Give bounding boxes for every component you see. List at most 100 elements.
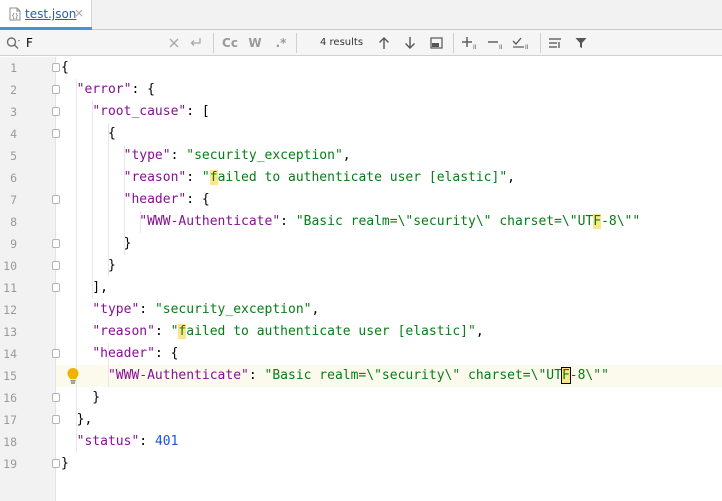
json-string: -8\"" bbox=[569, 368, 609, 383]
code-line: "status": 401 bbox=[76, 434, 179, 449]
code-editor[interactable]: 1 2 3 4 5 6 7 8 9 10 11 12 13 14 15 16 1… bbox=[0, 57, 722, 501]
separator bbox=[540, 33, 541, 53]
line-number: 9 bbox=[10, 237, 17, 251]
line-number: 18 bbox=[3, 435, 17, 449]
json-string: ailed to authenticate user [elastic]" bbox=[186, 324, 476, 339]
tab-test-json[interactable]: {} test.json × bbox=[0, 0, 92, 30]
json-key: "WWW-Authenticate" bbox=[107, 368, 249, 383]
line-number: 19 bbox=[3, 457, 17, 471]
editor-tab-bar: {} test.json × bbox=[0, 0, 722, 30]
separator bbox=[213, 33, 214, 53]
words-button[interactable]: W bbox=[246, 33, 264, 53]
code-line: "WWW-Authenticate": "Basic realm=\"secur… bbox=[107, 367, 609, 384]
tab-label: test.json bbox=[25, 7, 77, 21]
json-key: "reason" bbox=[123, 170, 187, 185]
fold-marker-icon[interactable] bbox=[52, 129, 60, 138]
json-key: "type" bbox=[92, 302, 140, 317]
code-line: "header": { bbox=[92, 346, 179, 361]
line-number: 7 bbox=[10, 193, 17, 207]
json-key: "error" bbox=[76, 82, 132, 97]
fold-marker-icon[interactable] bbox=[52, 393, 60, 402]
line-number: 12 bbox=[3, 303, 17, 317]
json-string: "Basic realm=\"security\" charset=\"UT bbox=[295, 214, 594, 229]
line-number: 4 bbox=[10, 127, 17, 141]
open-in-window-icon[interactable] bbox=[428, 33, 444, 53]
fold-marker-icon[interactable] bbox=[52, 283, 60, 292]
search-icon[interactable] bbox=[5, 35, 21, 51]
json-key: "root_cause" bbox=[92, 104, 187, 119]
code-line: { bbox=[61, 126, 116, 141]
results-count: 4 results bbox=[320, 37, 364, 48]
line-number: 6 bbox=[10, 171, 17, 185]
code-line: }, bbox=[61, 412, 93, 427]
line-number: 11 bbox=[3, 281, 17, 295]
json-key: "status" bbox=[76, 434, 140, 449]
code-line: "WWW-Authenticate": "Basic realm=\"secur… bbox=[139, 214, 641, 229]
line-number: 17 bbox=[3, 413, 17, 427]
fold-marker-icon[interactable] bbox=[52, 459, 60, 468]
code-line: { bbox=[61, 60, 69, 75]
fold-marker-icon[interactable] bbox=[52, 195, 60, 204]
code-line: "type": "security_exception", bbox=[123, 148, 351, 163]
search-match: F bbox=[593, 214, 602, 229]
svg-text:II: II bbox=[525, 44, 529, 50]
code-line: } bbox=[61, 390, 101, 405]
json-key: "header" bbox=[123, 192, 187, 207]
svg-text:{}: {} bbox=[11, 13, 18, 20]
json-string: "security_exception" bbox=[186, 148, 343, 163]
svg-text:II: II bbox=[473, 44, 477, 50]
close-tab-icon[interactable]: × bbox=[74, 6, 84, 20]
code-line: "type": "security_exception", bbox=[92, 302, 320, 317]
json-key: "header" bbox=[92, 346, 155, 361]
json-string: " bbox=[201, 170, 210, 185]
add-selection-icon[interactable]: II bbox=[460, 33, 480, 53]
line-number: 10 bbox=[3, 259, 17, 273]
line-number: 3 bbox=[10, 105, 17, 119]
new-line-icon[interactable] bbox=[188, 33, 204, 53]
line-number: 14 bbox=[3, 347, 17, 361]
fold-marker-icon[interactable] bbox=[52, 63, 60, 72]
json-string: "security_exception" bbox=[154, 302, 312, 317]
json-key: "reason" bbox=[92, 324, 155, 339]
current-search-match: F bbox=[560, 367, 571, 384]
json-string: -8\"" bbox=[601, 214, 641, 229]
json-file-icon: {} bbox=[9, 7, 21, 21]
line-number: 16 bbox=[3, 391, 17, 405]
fold-marker-icon[interactable] bbox=[52, 349, 60, 358]
regex-button[interactable]: .* bbox=[272, 33, 290, 53]
search-input[interactable] bbox=[26, 33, 166, 52]
previous-occurrence-icon[interactable] bbox=[376, 33, 392, 53]
fold-marker-icon[interactable] bbox=[52, 107, 60, 116]
line-number: 5 bbox=[10, 149, 17, 163]
code-line: "header": { bbox=[123, 192, 210, 207]
fold-marker-icon[interactable] bbox=[52, 415, 60, 424]
json-key: "WWW-Authenticate" bbox=[139, 214, 281, 229]
find-bar: Cc W .* 4 results II II II bbox=[0, 30, 722, 56]
code-line: } bbox=[61, 456, 69, 471]
fold-marker-icon[interactable] bbox=[52, 85, 60, 94]
separator bbox=[296, 33, 297, 53]
line-number: 1 bbox=[10, 61, 17, 75]
clear-search-icon[interactable] bbox=[167, 33, 181, 53]
fold-marker-icon[interactable] bbox=[52, 261, 60, 270]
match-case-button[interactable]: Cc bbox=[220, 33, 240, 53]
remove-selection-icon[interactable]: II bbox=[486, 33, 506, 53]
code-line: } bbox=[61, 236, 132, 251]
json-number: 401 bbox=[154, 434, 179, 449]
svg-text:II: II bbox=[499, 44, 503, 50]
code-line: "error": { bbox=[76, 82, 155, 97]
search-match: f bbox=[209, 170, 218, 185]
ide-window: {} test.json × Cc W .* 4 results bbox=[0, 0, 722, 501]
line-number: 15 bbox=[3, 369, 17, 383]
next-occurrence-icon[interactable] bbox=[402, 33, 418, 53]
line-number: 8 bbox=[10, 215, 17, 229]
code-line: "reason": "failed to authenticate user [… bbox=[123, 170, 515, 185]
json-key: "type" bbox=[123, 148, 171, 163]
json-string: ailed to authenticate user [elastic]" bbox=[217, 170, 508, 185]
code-line: "root_cause": [ bbox=[92, 104, 210, 119]
filter-icon[interactable] bbox=[572, 33, 590, 53]
select-all-occurrences-icon[interactable]: II bbox=[511, 33, 533, 53]
fold-marker-icon[interactable] bbox=[52, 239, 60, 248]
in-selection-icon[interactable] bbox=[546, 33, 564, 53]
code-line: ], bbox=[61, 280, 108, 295]
